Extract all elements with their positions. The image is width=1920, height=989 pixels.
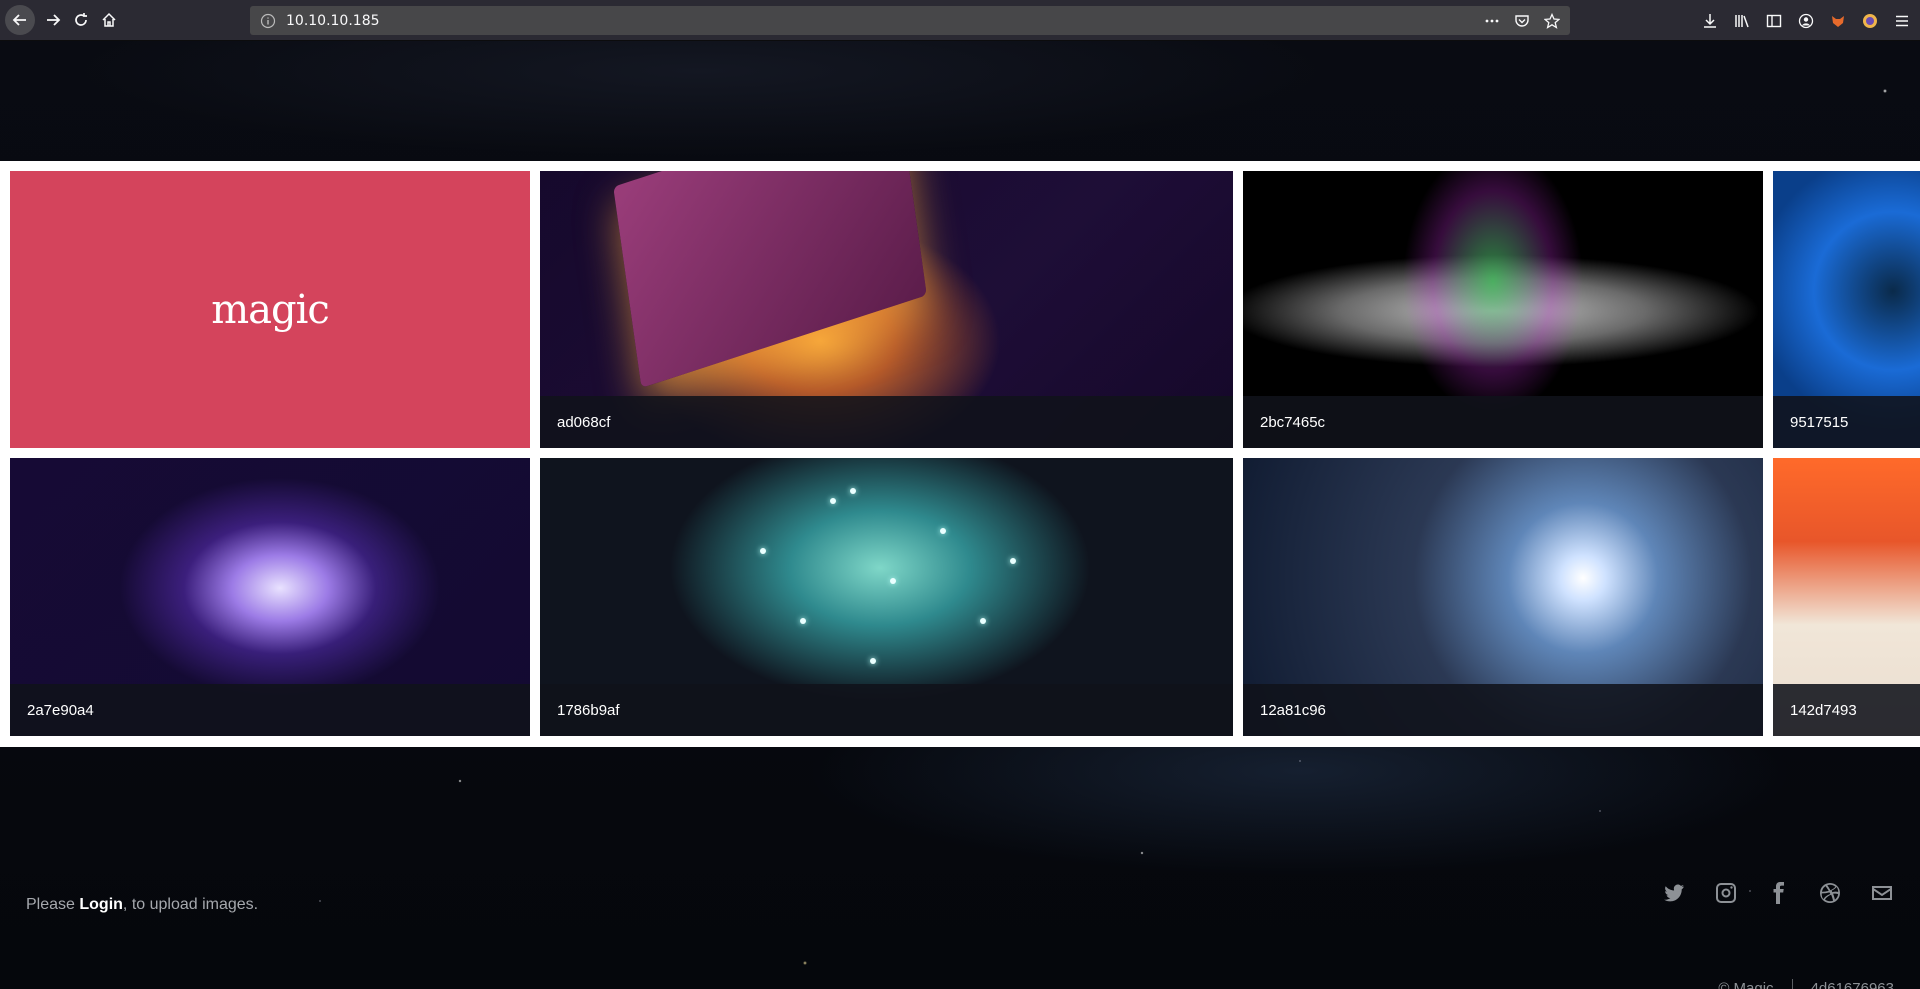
menu-button[interactable] (1894, 13, 1910, 29)
browser-toolbar: 10.10.10.185 (0, 0, 1920, 41)
tile-caption: 1786b9af (540, 684, 1233, 736)
reload-button[interactable] (67, 6, 95, 34)
account-icon (1798, 13, 1814, 28)
tile-caption: 9517515 (1773, 396, 1920, 448)
extension-icon (1863, 13, 1877, 28)
home-button[interactable] (95, 6, 123, 34)
instagram-icon[interactable] (1714, 881, 1738, 905)
arrow-left-icon (12, 14, 26, 26)
account-button[interactable] (1798, 13, 1814, 29)
downloads-button[interactable] (1702, 13, 1718, 29)
back-button[interactable] (5, 5, 35, 35)
library-button[interactable] (1734, 13, 1750, 29)
social-links (1662, 881, 1894, 905)
extension-foxyproxy-button[interactable] (1830, 13, 1846, 29)
reload-icon (75, 13, 87, 26)
fox-icon (1832, 15, 1844, 27)
divider (1791, 979, 1793, 989)
extension-wappalyzer-button[interactable] (1862, 13, 1878, 29)
dribbble-icon[interactable] (1818, 881, 1842, 905)
page-content: magic ad068cf 2bc7465c 9517515 2a7e90a4 … (0, 41, 1920, 989)
twitter-icon[interactable] (1662, 881, 1686, 905)
forward-button[interactable] (39, 6, 67, 34)
magic-logo: magic (211, 286, 330, 333)
more-icon[interactable] (1484, 13, 1500, 29)
gallery-tile[interactable]: 2a7e90a4 (10, 458, 530, 736)
image-gallery: magic ad068cf 2bc7465c 9517515 2a7e90a4 … (0, 161, 1920, 747)
gallery-tile[interactable]: 1786b9af (540, 458, 1233, 736)
tile-caption: ad068cf (540, 396, 1233, 448)
home-icon (102, 12, 116, 27)
copyright-bar: © Magic 4d61676963 (1718, 979, 1894, 989)
arrow-right-icon (47, 14, 61, 26)
url-bar[interactable]: 10.10.10.185 (250, 6, 1570, 35)
copyright-text: © Magic (1718, 979, 1774, 989)
hash-text: 4d61676963 (1810, 979, 1894, 989)
url-text[interactable]: 10.10.10.185 (286, 13, 380, 29)
info-icon[interactable] (260, 13, 276, 29)
login-prompt-suffix: , to upload images. (122, 896, 259, 913)
hamburger-icon (1896, 15, 1908, 26)
sidebar-icon (1766, 14, 1782, 27)
gallery-tile[interactable]: 12a81c96 (1243, 458, 1763, 736)
login-prompt-prefix: Please (26, 896, 80, 913)
sidebar-button[interactable] (1766, 13, 1782, 29)
tile-caption: 2bc7465c (1243, 396, 1763, 448)
library-icon (1735, 14, 1749, 27)
facebook-icon[interactable] (1766, 881, 1790, 905)
login-link[interactable]: Login (79, 896, 123, 913)
pocket-icon[interactable] (1514, 13, 1530, 29)
gallery-tile[interactable]: ad068cf (540, 171, 1233, 448)
gallery-tile[interactable]: 9517515 (1773, 171, 1920, 448)
bookmark-star-icon[interactable] (1544, 12, 1560, 29)
mail-icon[interactable] (1870, 881, 1894, 905)
tile-caption: 2a7e90a4 (10, 684, 530, 736)
download-icon (1704, 13, 1716, 28)
login-prompt: Please Login, to upload images. (26, 896, 258, 914)
gallery-tile[interactable]: 142d7493 (1773, 458, 1920, 736)
tile-caption: 142d7493 (1773, 684, 1920, 736)
gallery-tile[interactable]: 2bc7465c (1243, 171, 1763, 448)
tile-caption: 12a81c96 (1243, 684, 1763, 736)
gallery-tile-logo[interactable]: magic (10, 171, 530, 448)
book-image (613, 171, 927, 388)
